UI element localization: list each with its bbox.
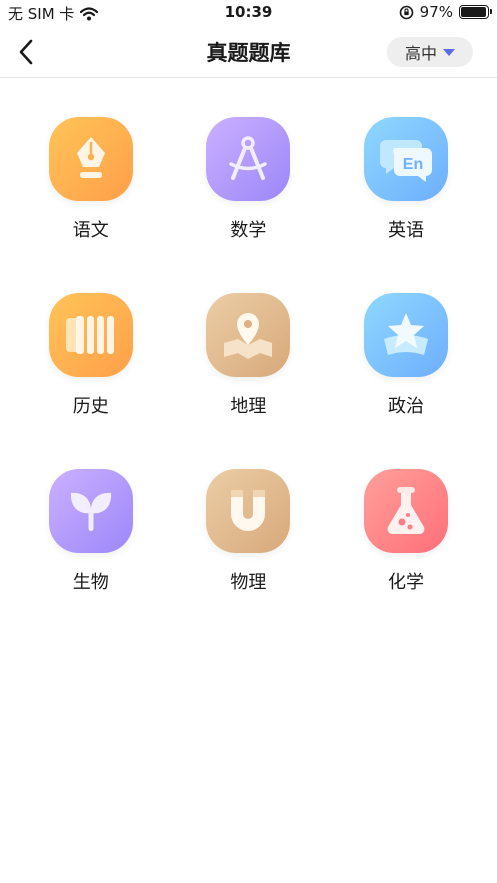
- sprout-icon: [70, 492, 111, 531]
- subject-item[interactable]: En 英语: [327, 104, 485, 243]
- subject-label: 数学: [230, 220, 267, 241]
- subject-icon-tile: [206, 293, 291, 377]
- grade-value: 高中: [404, 44, 437, 63]
- magnet-icon: [231, 490, 266, 531]
- svg-text:En: En: [403, 156, 423, 173]
- carrier-label: 无 SIM 卡: [8, 5, 75, 23]
- battery-level: [461, 7, 487, 17]
- status-bar: 无 SIM 卡 10:39 97%: [0, 0, 497, 26]
- subject-icon-tile: [363, 293, 448, 377]
- flask-icon: [387, 487, 425, 534]
- fountain-pen-icon: [76, 137, 105, 178]
- subject-icon-tile: [48, 117, 133, 201]
- subject-label: 生物: [72, 572, 109, 593]
- subject-label: 历史: [72, 396, 109, 417]
- nav-bar: 真题题库 高中: [0, 26, 497, 78]
- subject-icon-tile: [363, 469, 448, 553]
- battery-icon: [459, 5, 492, 19]
- grade-selector[interactable]: 高中: [387, 37, 473, 67]
- back-button[interactable]: [10, 36, 42, 68]
- subject-item[interactable]: 政治: [327, 280, 485, 419]
- wifi-icon: [80, 6, 99, 20]
- caret-down-icon: [443, 48, 455, 56]
- subject-label: 英语: [387, 220, 424, 241]
- orientation-lock-icon: [399, 5, 413, 19]
- subject-label: 政治: [387, 396, 424, 417]
- map-pin-icon: [224, 313, 273, 359]
- subject-icon-tile: En: [363, 117, 448, 201]
- subject-item[interactable]: 语文: [12, 104, 170, 243]
- subject-item[interactable]: 化学: [327, 456, 485, 595]
- subject-label: 物理: [230, 572, 267, 593]
- status-left: 无 SIM 卡: [8, 3, 99, 24]
- subject-label: 语文: [72, 220, 109, 241]
- subject-icon-tile: [206, 469, 291, 553]
- subject-icon-tile: [48, 293, 133, 377]
- status-right: 97%: [399, 3, 492, 21]
- chevron-left-icon: [19, 39, 33, 65]
- subject-item[interactable]: 地理: [170, 280, 328, 419]
- subject-grid: 语文 数学 En 英语 历史 地理 政治 生物 物理 化学: [12, 104, 485, 595]
- battery-percent: 97%: [419, 3, 453, 21]
- subject-item[interactable]: 历史: [12, 280, 170, 419]
- subject-item[interactable]: 数学: [170, 104, 328, 243]
- star-icon: [383, 313, 428, 355]
- compass-icon: [229, 136, 268, 180]
- subject-label: 化学: [387, 572, 424, 593]
- subject-icon-tile: [48, 469, 133, 553]
- english-chat-icon: En: [379, 140, 432, 182]
- scroll-icon: [65, 316, 114, 354]
- subject-label: 地理: [230, 396, 267, 417]
- subject-item[interactable]: 物理: [170, 456, 328, 595]
- subject-item[interactable]: 生物: [12, 456, 170, 595]
- subject-icon-tile: [206, 117, 291, 201]
